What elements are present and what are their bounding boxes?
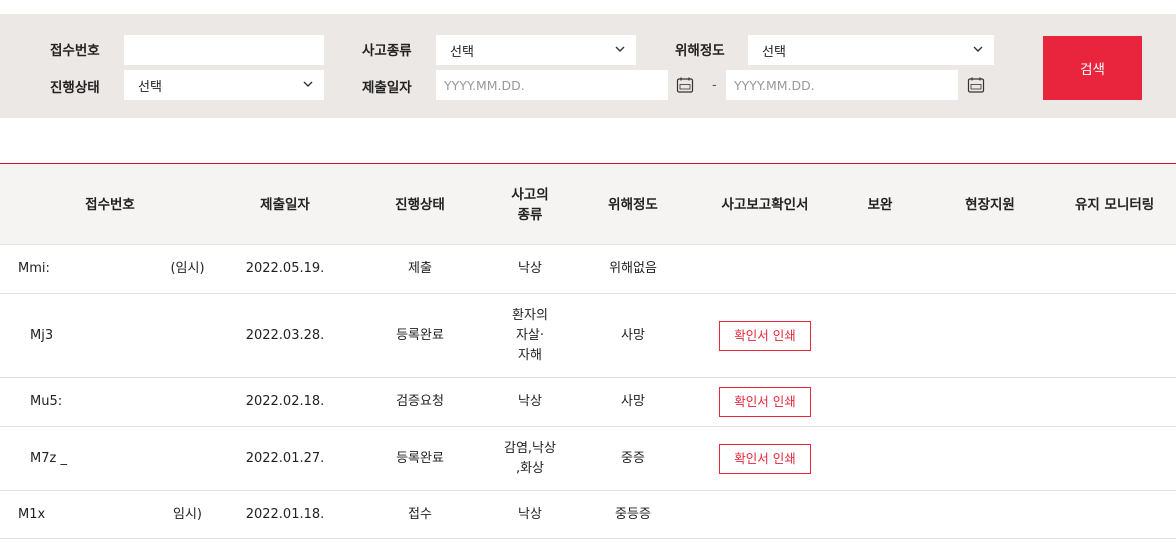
accident-type-value: 선택	[450, 44, 474, 60]
print-confirmation-button[interactable]: 확인서 인쇄	[719, 320, 811, 351]
status-cell: 접수	[408, 506, 432, 522]
receipt-no-cell: Mj3	[30, 327, 54, 343]
severity-cell: 사망	[621, 394, 645, 409]
chevron-down-icon	[615, 46, 625, 52]
status-cell: 검증요청	[396, 394, 444, 409]
chevron-down-icon	[973, 46, 983, 52]
confirmation-cell: 확인서 인쇄	[690, 427, 840, 490]
temp-tag	[150, 427, 225, 490]
search-button[interactable]: 검색	[1043, 36, 1142, 100]
accident-type-cell: 감염,낙상 ,화상	[504, 440, 556, 476]
receipt-no-input[interactable]	[124, 35, 324, 65]
status-cell: 등록완료	[396, 450, 444, 466]
severity-cell: 중증	[621, 450, 645, 466]
date-from-input[interactable]: YYYY.MM.DD.	[436, 70, 668, 100]
temp-tag	[150, 294, 225, 377]
confirmation-cell: 확인서 인쇄	[690, 294, 840, 377]
col-confirmation: 사고보고확인서	[721, 196, 809, 213]
status-label: 진행상태	[50, 80, 100, 96]
accident-type-label: 사고종류	[362, 43, 412, 59]
submit-date-cell: 2022.01.18.	[245, 506, 325, 522]
submit-date-cell: 2022.05.19.	[245, 261, 325, 276]
col-accident-type: 사고의 종류	[511, 186, 549, 223]
col-field-support: 현장지원	[965, 196, 1015, 213]
receipt-no-cell: Mu5:	[30, 394, 63, 409]
status-cell: 제출	[408, 261, 432, 276]
severity-select[interactable]: 선택	[748, 35, 994, 65]
col-monitoring: 유지 모니터링	[1075, 196, 1155, 213]
severity-value: 선택	[762, 44, 786, 60]
severity-cell: 위해없음	[609, 261, 657, 276]
accident-type-cell: 환자의 자살· 자해	[512, 307, 548, 363]
severity-label: 위해정도	[675, 43, 725, 59]
table-row[interactable]: Mu5: 2022.02.18. 검증요청 낙상 사망 확인서 인쇄	[0, 378, 1176, 427]
status-value: 선택	[138, 79, 162, 95]
accident-report-table: 접수번호 제출일자 진행상태 사고의 종류 위해정도 사고보고확인서 보완 현장…	[0, 163, 1176, 539]
col-receipt-no: 접수번호	[85, 196, 135, 213]
accident-type-cell: 낙상	[518, 394, 542, 409]
table-row[interactable]: M7z _ 2022.01.27. 등록완료 감염,낙상 ,화상 중증 확인서 인쇄	[0, 427, 1176, 491]
receipt-no-label: 접수번호	[50, 43, 100, 59]
col-severity: 위해정도	[608, 196, 658, 213]
table-header: 접수번호 제출일자 진행상태 사고의 종류 위해정도 사고보고확인서 보완 현장…	[0, 163, 1176, 245]
submit-date-cell: 2022.03.28.	[245, 327, 325, 343]
date-from-placeholder: YYYY.MM.DD.	[444, 77, 525, 93]
col-supplement: 보완	[867, 196, 893, 213]
date-to-input[interactable]: YYYY.MM.DD.	[726, 70, 958, 100]
table-row[interactable]: Mmi: (임시) 2022.05.19. 제출 낙상 위해없음	[0, 245, 1176, 294]
table-row[interactable]: M1x 임시) 2022.01.18. 접수 낙상 중등증	[0, 491, 1176, 539]
temp-tag: (임시)	[170, 261, 205, 276]
submit-date-cell: 2022.01.27.	[245, 450, 325, 466]
confirmation-cell: 확인서 인쇄	[690, 378, 840, 426]
status-cell: 등록완료	[396, 327, 444, 343]
print-confirmation-button[interactable]: 확인서 인쇄	[719, 387, 811, 417]
chevron-down-icon	[303, 81, 313, 87]
calendar-icon[interactable]	[676, 76, 694, 94]
receipt-no-cell: M7z _	[30, 450, 67, 466]
receipt-no-cell: Mmi:	[18, 261, 50, 276]
submit-date-cell: 2022.02.18.	[245, 394, 325, 409]
severity-cell: 중등증	[615, 506, 651, 522]
search-panel: 접수번호 사고종류 선택 위해정도 선택 진행상태 선택 제출일자 YYYY.M…	[0, 14, 1176, 118]
print-confirmation-button[interactable]: 확인서 인쇄	[719, 443, 811, 474]
temp-tag	[150, 378, 225, 426]
submit-date-label: 제출일자	[362, 80, 412, 96]
date-separator: -	[712, 78, 717, 93]
accident-type-cell: 낙상	[518, 506, 542, 522]
status-select[interactable]: 선택	[124, 70, 324, 100]
temp-tag: 임시)	[173, 506, 202, 522]
date-to-placeholder: YYYY.MM.DD.	[734, 77, 815, 93]
col-submit-date: 제출일자	[260, 196, 310, 213]
table-row[interactable]: Mj3 2022.03.28. 등록완료 환자의 자살· 자해 사망 확인서 인쇄	[0, 294, 1176, 378]
col-status: 진행상태	[395, 196, 445, 213]
accident-type-cell: 낙상	[518, 261, 542, 276]
severity-cell: 사망	[621, 327, 645, 343]
receipt-no-cell: M1x	[18, 506, 46, 522]
accident-type-select[interactable]: 선택	[436, 35, 636, 65]
calendar-icon[interactable]	[967, 76, 985, 94]
